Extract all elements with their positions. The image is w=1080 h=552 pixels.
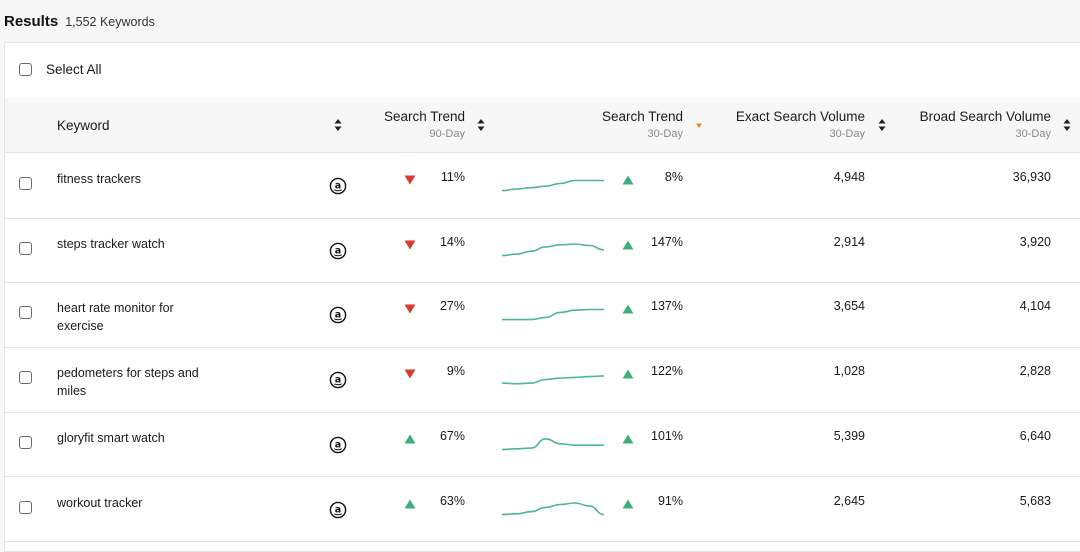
row-checkbox[interactable] xyxy=(19,435,32,449)
keyword-text[interactable]: steps tracker watch xyxy=(57,235,207,253)
trend-30-value: 147% xyxy=(651,234,683,249)
trend-90-value: 11% xyxy=(440,170,465,184)
exact-volume-value: 1,028 xyxy=(833,364,865,379)
sort-trend-90-icon[interactable] xyxy=(477,118,485,132)
col-header-exact-volume[interactable]: Exact Search Volume xyxy=(705,109,865,124)
trend-30-up-icon xyxy=(622,496,634,508)
svg-text:a: a xyxy=(335,245,341,256)
trend-sparkline xyxy=(502,309,604,321)
trend-90-value: 9% xyxy=(446,364,465,379)
table-row[interactable]: pedometers for steps and miles a 9% 122% 1,0… xyxy=(5,347,1080,413)
select-all-label: Select All xyxy=(46,62,102,77)
trend-90-up-icon xyxy=(404,496,416,508)
table-row[interactable]: workout tracker a 63% 91% 2,645 5,683 xyxy=(5,477,1080,543)
col-header-trend-90[interactable]: Search Trend xyxy=(335,109,465,124)
trend-sparkline xyxy=(501,501,605,515)
exact-volume-value: 4,948 xyxy=(833,170,865,184)
trend-30-value: 137% xyxy=(651,299,683,314)
exact-volume-value: 2,645 xyxy=(833,493,865,508)
trend-30-up-icon xyxy=(622,237,634,250)
row-checkbox[interactable] xyxy=(19,177,32,190)
row-checkbox[interactable] xyxy=(19,371,32,385)
trend-30-value: 122% xyxy=(651,364,683,379)
broad-volume-value: 5,683 xyxy=(1019,493,1051,508)
trend-30-value: 91% xyxy=(657,493,683,508)
row-checkbox[interactable] xyxy=(19,306,32,320)
row-checkbox[interactable] xyxy=(19,241,32,255)
table-header: Keyword Search Trend 90-Day Search Trend… xyxy=(5,98,1080,153)
trend-sparkline xyxy=(501,179,604,192)
trend-30-up-icon xyxy=(622,172,634,185)
svg-text:a: a xyxy=(335,375,341,386)
trend-90-value: 67% xyxy=(439,428,465,443)
trend-30-up-icon xyxy=(622,366,634,379)
trend-30-up-icon xyxy=(622,301,634,314)
results-count: 1,552 Keywords xyxy=(65,15,155,29)
svg-text:a: a xyxy=(335,181,341,192)
results-title: Results xyxy=(4,13,59,30)
amazon-icon[interactable]: a xyxy=(329,242,347,260)
broad-volume-value: 36,930 xyxy=(1012,170,1051,184)
keyword-text[interactable]: gloryfit smart watch xyxy=(57,429,207,447)
trend-90-down-icon xyxy=(404,366,416,379)
select-all-checkbox[interactable] xyxy=(19,63,32,76)
col-header-trend-30[interactable]: Search Trend xyxy=(553,109,683,124)
amazon-icon[interactable]: a xyxy=(329,501,347,519)
table-row[interactable]: heart rate monitor for exercise a 27% 137% 3… xyxy=(5,282,1080,349)
trend-90-value: 27% xyxy=(439,299,465,314)
col-sub-trend-30: 30-Day xyxy=(647,128,683,140)
select-all-row: Select All xyxy=(5,43,1080,99)
amazon-icon[interactable]: a xyxy=(329,177,347,195)
svg-text:a: a xyxy=(335,310,341,321)
results-table: Select All Keyword Search Trend 90-Day S… xyxy=(4,42,1080,552)
amazon-icon[interactable]: a xyxy=(329,306,347,324)
sort-broad-volume-icon[interactable] xyxy=(1063,118,1071,132)
col-header-broad-volume[interactable]: Broad Search Volume xyxy=(891,109,1051,124)
amazon-icon[interactable]: a xyxy=(329,436,347,454)
table-row[interactable]: fitness trackers a 11% 8% 4,948 36,930 xyxy=(5,153,1080,219)
trend-90-down-icon xyxy=(404,172,416,185)
trend-30-value: 8% xyxy=(664,170,683,184)
trend-90-value: 14% xyxy=(439,234,465,249)
sort-trend-30-active-icon[interactable] xyxy=(695,118,703,132)
keyword-text[interactable]: pedometers for steps and miles xyxy=(57,364,207,400)
col-sub-exact-volume: 30-Day xyxy=(829,128,865,140)
trend-30-value: 101% xyxy=(651,428,683,443)
svg-text:a: a xyxy=(335,439,341,450)
broad-volume-value: 6,640 xyxy=(1019,428,1051,443)
col-sub-trend-90: 90-Day xyxy=(429,128,465,140)
svg-text:a: a xyxy=(335,504,341,515)
trend-sparkline xyxy=(501,242,605,257)
trend-90-down-icon xyxy=(404,237,416,250)
row-checkbox[interactable] xyxy=(19,500,32,514)
results-header: Results 1,552 Keywords xyxy=(4,13,155,30)
trend-90-down-icon xyxy=(404,301,416,314)
keyword-text[interactable]: heart rate monitor for exercise xyxy=(57,299,207,335)
broad-volume-value: 3,920 xyxy=(1019,234,1051,249)
broad-volume-value: 2,828 xyxy=(1019,364,1051,379)
amazon-icon[interactable]: a xyxy=(329,371,347,389)
trend-90-value: 63% xyxy=(439,493,465,508)
trend-90-up-icon xyxy=(404,431,416,444)
table-row[interactable]: steps tracker watch a 14% 147% 2,914 3,920 xyxy=(5,218,1080,284)
exact-volume-value: 2,914 xyxy=(833,234,865,249)
table-row[interactable]: gloryfit smart watch a 67% 101% 5,399 6,640 xyxy=(5,412,1080,478)
keyword-text[interactable]: workout tracker xyxy=(57,494,207,512)
broad-volume-value: 4,104 xyxy=(1019,299,1051,314)
trend-30-up-icon xyxy=(622,431,634,444)
col-header-keyword[interactable]: Keyword xyxy=(57,118,110,133)
col-sub-broad-volume: 30-Day xyxy=(1015,128,1051,140)
trend-sparkline xyxy=(501,375,605,385)
sort-exact-volume-icon[interactable] xyxy=(878,118,886,132)
trend-sparkline xyxy=(501,437,604,451)
exact-volume-value: 5,399 xyxy=(833,428,865,443)
exact-volume-value: 3,654 xyxy=(833,299,865,314)
keyword-text[interactable]: fitness trackers xyxy=(57,170,207,188)
